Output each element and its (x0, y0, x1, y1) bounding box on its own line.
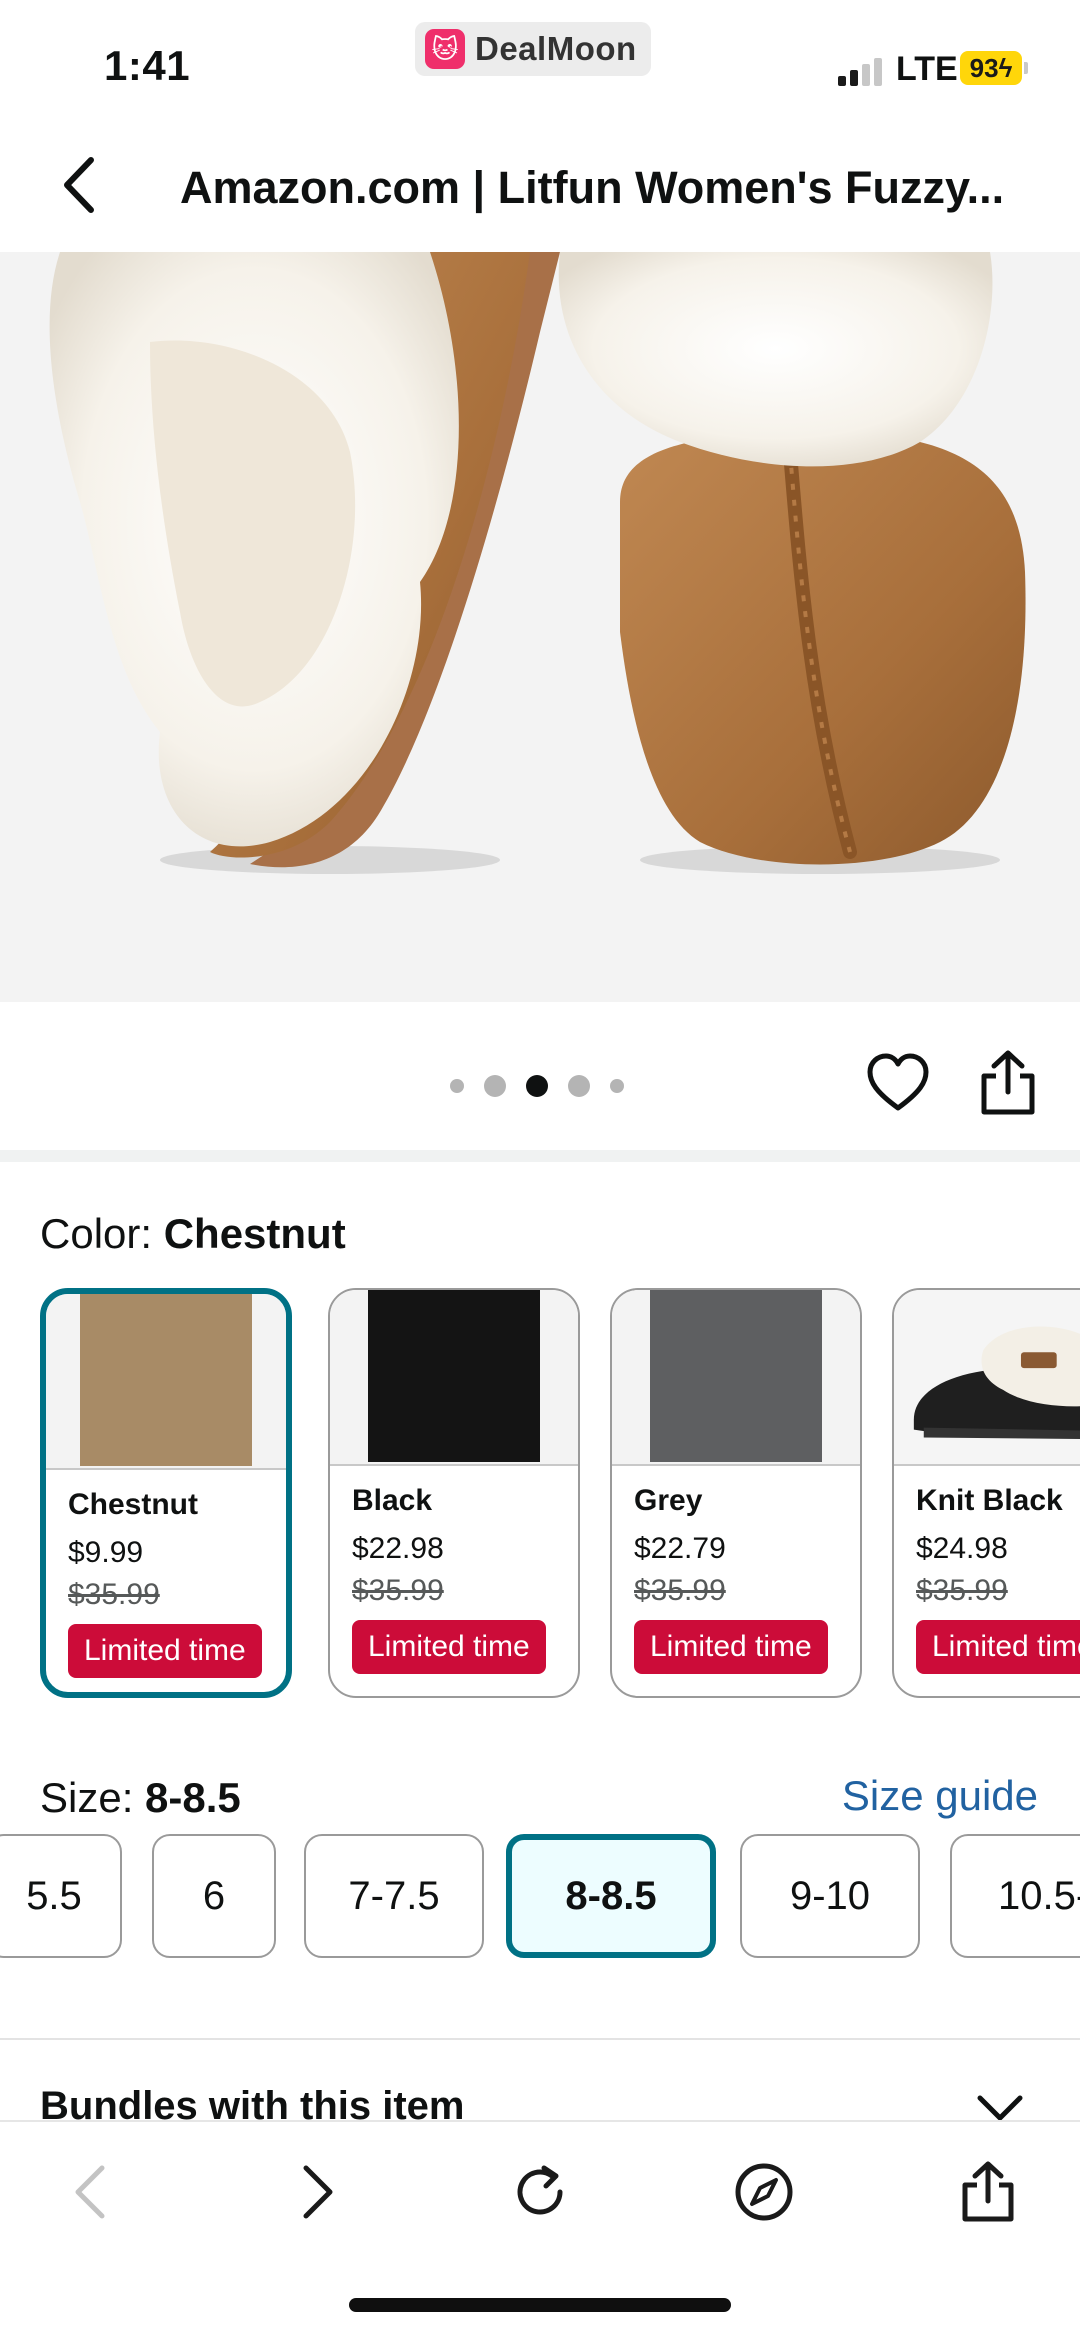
swatch-list-price: $35.99 (68, 1578, 160, 1611)
selected-color: Chestnut (163, 1210, 346, 1257)
share-icon (962, 2161, 1014, 2222)
battery-level: 93 (969, 52, 999, 83)
dealmoon-logo-icon: 🐱 (425, 29, 465, 69)
color-chip (368, 1290, 540, 1462)
status-time: 1:41 (104, 42, 191, 89)
swatch-price: $9.99 (68, 1536, 144, 1569)
swatch-price: $24.98 (916, 1532, 1008, 1565)
carousel-dot-active[interactable] (526, 1075, 548, 1097)
chevron-left-icon (75, 2165, 105, 2219)
network-type: LTE (896, 50, 958, 88)
size-label: Size: 8-8.5 (40, 1774, 241, 1822)
limited-time-badge: Limited time (68, 1624, 262, 1678)
swatch-name: Chestnut (68, 1488, 198, 1521)
bundles-title: Bundles with this item (40, 2084, 465, 2120)
color-swatch-list: Chestnut $9.99 $35.99 Limited time Black… (40, 1284, 1080, 1704)
compass-icon (735, 2163, 793, 2221)
chevron-left-icon (64, 157, 94, 213)
size-option[interactable]: 7-7.5 (304, 1834, 484, 1958)
share-button[interactable] (978, 1050, 1038, 1116)
color-chip (650, 1290, 822, 1462)
limited-time-badge: Limited time (916, 1620, 1080, 1674)
share-icon (981, 1050, 1035, 1115)
swatch-thumbnail (612, 1290, 860, 1466)
reload-icon (517, 2165, 563, 2215)
page-title: Amazon.com | Litfun Women's Fuzzy... (180, 162, 1005, 213)
swatch-name: Knit Black (916, 1484, 1063, 1517)
knit-slipper-thumbnail (913, 1326, 1080, 1439)
heart-icon (867, 1053, 929, 1111)
limited-time-badge: Limited time (634, 1620, 828, 1674)
carousel-dot[interactable] (484, 1075, 506, 1097)
swatch-thumbnail (46, 1294, 286, 1470)
battery-icon: 93 ϟ (960, 51, 1022, 85)
carousel-dot[interactable] (610, 1079, 624, 1093)
favorite-button[interactable] (866, 1052, 930, 1116)
swatch-thumbnail (894, 1290, 1080, 1466)
color-chip (80, 1294, 252, 1466)
swatch-grey[interactable]: Grey $22.79 $35.99 Limited time (610, 1288, 862, 1698)
back-button[interactable] (44, 150, 114, 220)
chevron-right-icon (303, 2165, 333, 2219)
size-guide-link[interactable]: Size guide (842, 1772, 1038, 1820)
swatch-price: $22.98 (352, 1532, 444, 1565)
carousel-dot[interactable] (568, 1075, 590, 1097)
swatch-black[interactable]: Black $22.98 $35.99 Limited time (328, 1288, 580, 1698)
swatch-knit-black[interactable]: Knit Black $24.98 $35.99 Limited time (892, 1288, 1080, 1698)
size-option[interactable]: 9-10 (740, 1834, 920, 1958)
selected-size: 8-8.5 (145, 1774, 241, 1821)
swatch-name: Black (352, 1484, 433, 1517)
page-header: Amazon.com | Litfun Women's Fuzzy... (0, 120, 1080, 252)
return-app-name: DealMoon (475, 30, 637, 67)
chevron-down-icon (977, 2095, 1023, 2120)
reload-button[interactable] (500, 2152, 580, 2232)
size-option[interactable]: 6 (152, 1834, 276, 1958)
return-to-app-pill[interactable]: 🐱 DealMoon (415, 22, 651, 76)
cellular-signal-icon (838, 58, 882, 86)
battery-tip (1024, 62, 1028, 74)
size-option[interactable]: 5.5 (0, 1834, 122, 1958)
color-label: Color: Chestnut (40, 1210, 346, 1258)
swatch-chestnut[interactable]: Chestnut $9.99 $35.99 Limited time (40, 1288, 292, 1698)
bundles-section-header[interactable]: Bundles with this item (0, 2040, 1080, 2120)
status-bar: 1:41 🐱 DealMoon LTE 93 ϟ (0, 0, 1080, 120)
toolbar-share-button[interactable] (948, 2152, 1028, 2232)
swatch-price: $22.79 (634, 1532, 726, 1565)
browser-back-button[interactable] (50, 2152, 130, 2232)
color-label-prefix: Color: (40, 1210, 164, 1257)
charging-bolt-icon: ϟ (998, 52, 1013, 83)
carousel-dots[interactable] (440, 1072, 634, 1100)
size-option[interactable]: 10.5- (950, 1834, 1080, 1958)
section-divider (0, 1150, 1080, 1162)
limited-time-badge: Limited time (352, 1620, 546, 1674)
swatch-name: Grey (634, 1484, 703, 1517)
swatch-list-price: $35.99 (916, 1574, 1008, 1607)
carousel-dot[interactable] (450, 1079, 464, 1093)
size-label-prefix: Size: (40, 1774, 146, 1821)
size-option-selected[interactable]: 8-8.5 (506, 1834, 716, 1958)
swatch-list-price: $35.99 (634, 1574, 726, 1607)
product-image[interactable] (0, 252, 1080, 1002)
size-option-list: 5.5 6 7-7.5 8-8.5 9-10 10.5- (0, 1826, 1080, 1966)
carousel-controls (0, 1002, 1080, 1150)
open-in-browser-button[interactable] (724, 2152, 804, 2232)
slipper-photo (0, 252, 1080, 1002)
swatch-list-price: $35.99 (352, 1574, 444, 1607)
browser-forward-button[interactable] (278, 2152, 358, 2232)
home-indicator (349, 2298, 731, 2312)
swatch-thumbnail (330, 1290, 578, 1466)
